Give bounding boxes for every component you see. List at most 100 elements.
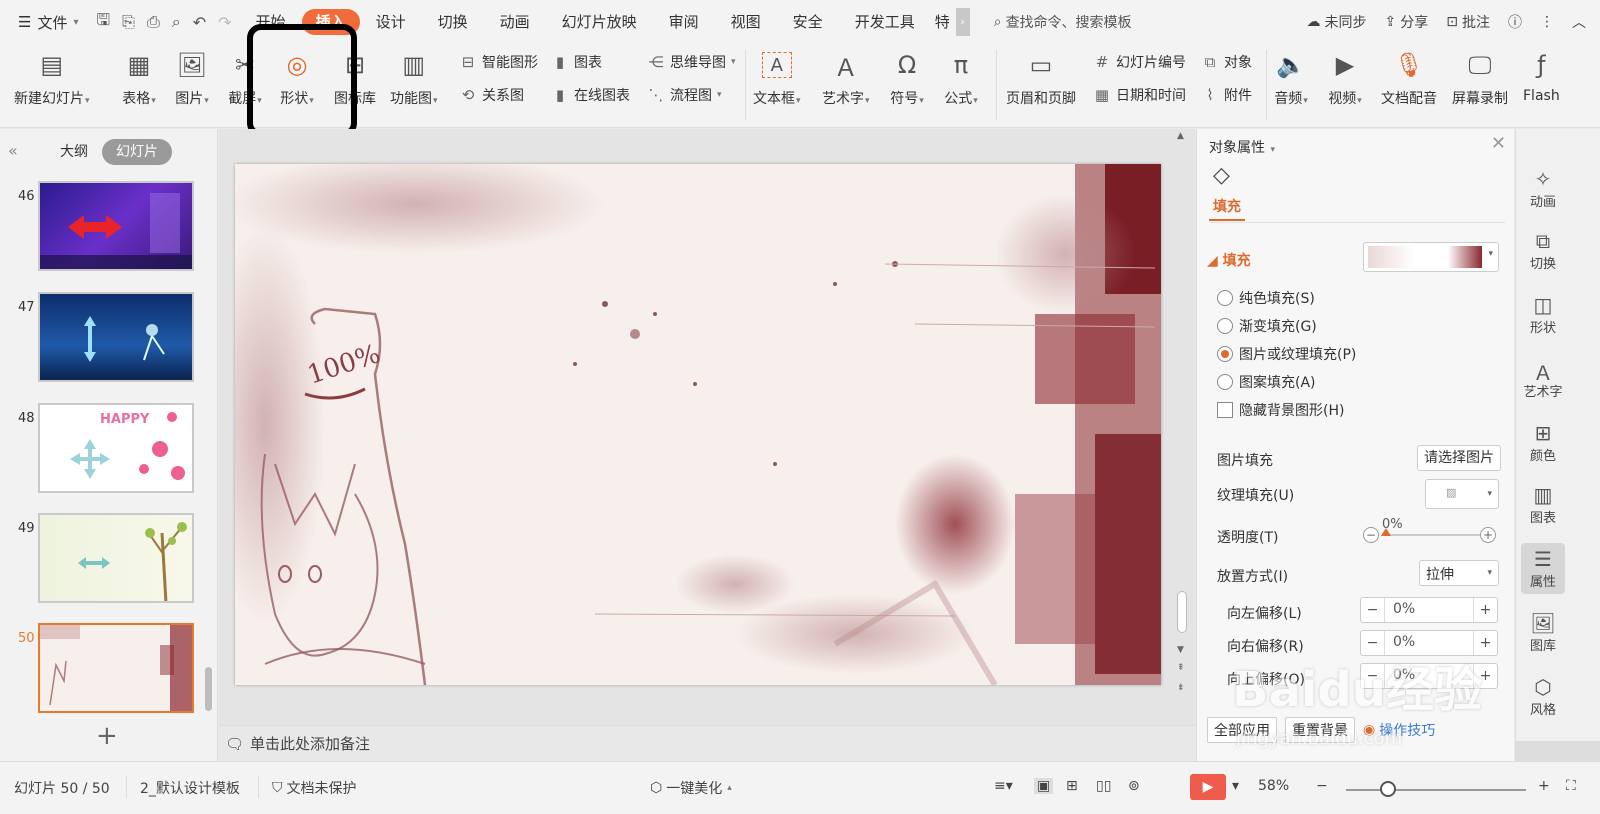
protect-status[interactable]: ⛉ 文档未保护 (272, 778, 357, 798)
flash-button[interactable]: ƒ Flash (1523, 48, 1560, 104)
panel-title[interactable]: 对象属性 ▾ (1209, 137, 1275, 157)
undo-icon[interactable]: ↶ (193, 13, 206, 32)
sidebar-item-animation[interactable]: ✧ 动画 (1521, 167, 1565, 210)
slide-thumbnail[interactable] (38, 513, 194, 603)
transparency-minus-button[interactable]: − (1363, 527, 1379, 543)
sidebar-item-chart[interactable]: ▥ 图表 (1521, 483, 1565, 526)
plus-icon[interactable]: + (1473, 631, 1497, 655)
sync-button[interactable]: ☁ 未同步 (1307, 12, 1367, 32)
slide-number-button[interactable]: # 幻灯片编号 (1092, 52, 1186, 72)
tab-slideshow[interactable]: 幻灯片放映 (546, 9, 653, 35)
tab-view[interactable]: 视图 (715, 9, 777, 35)
datetime-button[interactable]: ▦ 日期和时间 (1092, 85, 1186, 105)
vertical-scrollbar[interactable]: ▲ ▼ ⇞ ⇟ (1175, 131, 1189, 711)
play-slideshow-button[interactable]: ▶ (1190, 774, 1226, 800)
scrollbar-thumb[interactable] (1177, 591, 1187, 633)
symbol-button[interactable]: Ω 符号▾ (890, 48, 924, 108)
plus-icon[interactable]: + (1473, 664, 1497, 688)
offset-right-stepper[interactable]: − 0% + (1360, 630, 1498, 656)
video-button[interactable]: ▶ 视频▾ (1328, 48, 1362, 108)
texture-dropdown[interactable]: ▨ ▾ (1425, 479, 1499, 509)
zoom-out-icon[interactable]: − (1316, 778, 1328, 794)
current-slide[interactable]: 100% (235, 164, 1161, 685)
help-icon[interactable]: ⓘ (1508, 12, 1522, 32)
smart-art-button[interactable]: ⊟ 智能图形 (458, 52, 538, 72)
prev-slide-icon[interactable]: ⇞ (1177, 663, 1185, 673)
transparency-slider[interactable] (1387, 534, 1487, 536)
plus-icon[interactable]: + (1473, 598, 1497, 622)
scroll-up-icon[interactable]: ▲ (1177, 131, 1184, 141)
sidebar-item-transition[interactable]: ⧉ 切换 (1521, 229, 1565, 272)
function-chart-button[interactable]: ▥ 功能图▾ (390, 48, 438, 108)
slide-thumbnail[interactable] (38, 292, 194, 382)
next-slide-icon[interactable]: ⇟ (1177, 683, 1185, 693)
save-icon[interactable]: 🖫 (97, 9, 111, 36)
table-button[interactable]: ▦ 表格▾ (122, 48, 156, 108)
transparency-slider-knob[interactable] (1381, 528, 1391, 536)
audio-button[interactable]: 🔈 音频▾ (1274, 48, 1308, 108)
zoom-slider-knob[interactable] (1380, 781, 1396, 797)
fill-preview-dropdown[interactable]: ▾ (1363, 242, 1499, 272)
placement-dropdown[interactable]: 拉伸 ▾ (1419, 560, 1499, 586)
tab-design[interactable]: 设计 (360, 9, 422, 35)
picture-button[interactable]: 🖼 图片▾ (175, 48, 209, 108)
redo-icon[interactable]: ↷ (218, 13, 231, 32)
offset-right-value[interactable]: 0% (1393, 634, 1415, 650)
export-icon[interactable]: ⎘ (122, 12, 135, 32)
reading-view-icon[interactable]: ▯▯ (1096, 778, 1111, 794)
slide-thumbnail[interactable] (38, 181, 194, 271)
radio-button[interactable] (1217, 290, 1233, 306)
notes-bar[interactable]: 🗨 单击此处添加备注 (219, 725, 1195, 761)
beautify-button[interactable]: ⬡ 一键美化 ▴ (650, 778, 732, 798)
solid-fill-option[interactable]: 纯色填充(S) (1217, 288, 1315, 308)
file-menu[interactable]: ☰ 文件 ▾ (0, 12, 89, 33)
choose-picture-button[interactable]: 请选择图片 (1417, 445, 1501, 471)
apply-all-button[interactable]: 全部应用 (1207, 717, 1277, 743)
radio-button-selected[interactable] (1217, 346, 1233, 362)
offset-up-stepper[interactable]: − 0% + (1360, 663, 1498, 689)
checkbox[interactable] (1217, 402, 1233, 418)
comment-button[interactable]: ⊡ 批注 (1446, 12, 1490, 32)
print-preview-icon[interactable]: ⌕ (172, 12, 181, 32)
minus-icon[interactable]: − (1361, 598, 1385, 622)
tab-developer[interactable]: 开发工具 (839, 9, 931, 35)
command-search[interactable]: ⌕ 查找命令、搜索模板 (994, 12, 1132, 32)
fill-section-header[interactable]: ◢ 填充 (1207, 250, 1251, 270)
radio-button[interactable] (1217, 318, 1233, 334)
sidebar-item-wordart[interactable]: Ａ 艺术字 (1521, 357, 1565, 400)
gradient-fill-option[interactable]: 渐变填充(G) (1217, 316, 1317, 336)
pattern-fill-option[interactable]: 图案填充(A) (1217, 372, 1316, 392)
tab-transition[interactable]: 切换 (422, 9, 484, 35)
sidebar-item-style[interactable]: ⬡ 风格 (1521, 675, 1565, 718)
slide-thumbnail-row[interactable]: 47 (0, 292, 210, 384)
sidebar-item-gallery[interactable]: 🖼 图库 (1521, 611, 1565, 654)
offset-up-value[interactable]: 0% (1393, 667, 1415, 683)
sidebar-scroll[interactable] (1516, 741, 1600, 761)
tabs-scroll-right-icon[interactable]: › (955, 8, 970, 36)
radio-button[interactable] (1217, 374, 1233, 390)
zoom-value[interactable]: 58% (1258, 778, 1289, 794)
mindmap-button[interactable]: ⋲ 思维导图 ▾ (646, 52, 736, 72)
zoom-in-icon[interactable]: + (1538, 778, 1550, 794)
collapse-ribbon-icon[interactable]: ︿ (1572, 12, 1586, 32)
notes-toggle-icon[interactable]: ≡▾ (994, 778, 1013, 794)
tab-outline[interactable]: 大纲 (46, 139, 102, 165)
tips-link[interactable]: ◉ 操作技巧 (1363, 720, 1435, 740)
header-footer-button[interactable]: ▭ 页眉和页脚 (1006, 48, 1076, 108)
share-button[interactable]: ⇪ 分享 (1385, 12, 1429, 32)
sidebar-item-color[interactable]: ⊞ 颜色 (1521, 421, 1565, 464)
object-button[interactable]: ⧉ 对象 (1200, 52, 1252, 72)
voiceover-button[interactable]: 🎙 文档配音 (1381, 48, 1437, 108)
add-slide-button[interactable]: + (96, 721, 118, 751)
sidebar-item-properties[interactable]: ☰ 属性 (1521, 543, 1565, 594)
slide-thumbnail-row[interactable]: 46 (0, 181, 210, 273)
minus-icon[interactable]: − (1361, 664, 1385, 688)
offset-left-value[interactable]: 0% (1393, 601, 1415, 617)
normal-view-icon[interactable]: ▣ (1034, 778, 1054, 794)
fit-window-icon[interactable]: ⛶ (1566, 778, 1576, 794)
minus-icon[interactable]: − (1361, 631, 1385, 655)
new-slide-button[interactable]: ▤ 新建幻灯片▾ (14, 48, 90, 108)
wordart-button[interactable]: Ａ 艺术字▾ (822, 48, 870, 108)
sorter-view-icon[interactable]: ⊞ (1066, 778, 1078, 794)
close-icon[interactable]: ✕ (1491, 133, 1506, 154)
